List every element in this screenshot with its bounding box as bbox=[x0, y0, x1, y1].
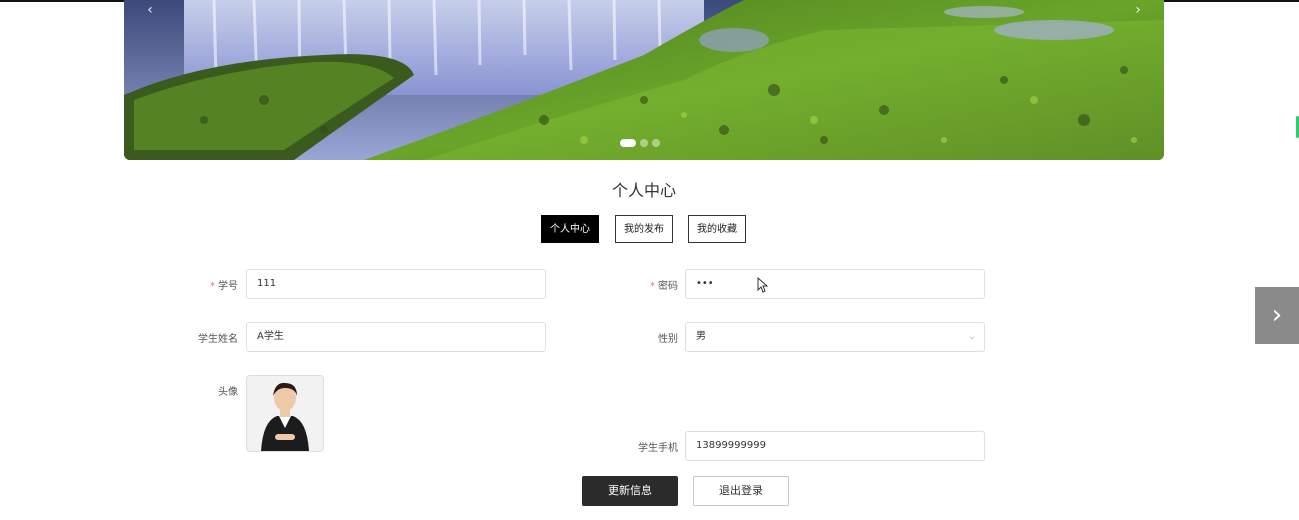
carousel-dot[interactable] bbox=[640, 139, 648, 147]
gender-select[interactable]: 男 ⌄ bbox=[685, 322, 985, 352]
chevron-down-icon: ⌄ bbox=[967, 331, 976, 342]
avatar-image bbox=[247, 376, 323, 451]
side-next-icon[interactable]: › bbox=[1255, 287, 1299, 344]
carousel-next-icon[interactable]: › bbox=[1126, 0, 1150, 20]
student-name-input[interactable]: A学生 bbox=[246, 322, 546, 352]
required-star: * bbox=[210, 281, 215, 292]
banner-carousel[interactable]: ‹ › bbox=[124, 0, 1164, 160]
avatar-label: 头像 bbox=[218, 387, 238, 398]
tab-personal-center[interactable]: 个人中心 bbox=[541, 215, 599, 243]
carousel-prev-icon[interactable]: ‹ bbox=[138, 0, 162, 20]
student-id-label-text: 学号 bbox=[218, 281, 238, 292]
avatar-upload[interactable] bbox=[246, 375, 324, 452]
student-id-label: * 学号 bbox=[158, 277, 238, 292]
phone-label: 学生手机 bbox=[638, 443, 678, 454]
carousel-indicators bbox=[620, 139, 660, 147]
tab-my-favorites[interactable]: 我的收藏 bbox=[688, 215, 746, 243]
carousel-dot[interactable] bbox=[652, 139, 660, 147]
gender-label: 性别 bbox=[658, 334, 678, 345]
page-title: 个人中心 bbox=[611, 181, 676, 200]
scrollbar[interactable] bbox=[1294, 80, 1299, 142]
student-id-input[interactable]: 111 bbox=[246, 269, 546, 299]
logout-button[interactable]: 退出登录 bbox=[693, 476, 789, 506]
password-label-text: 密码 bbox=[658, 281, 678, 292]
required-star: * bbox=[650, 281, 655, 292]
phone-input[interactable]: 13899999999 bbox=[685, 431, 985, 461]
banner-image bbox=[124, 0, 1164, 160]
student-name-label: 学生姓名 bbox=[198, 334, 238, 345]
tab-my-posts[interactable]: 我的发布 bbox=[615, 215, 673, 243]
password-input[interactable]: ••• bbox=[685, 269, 985, 299]
update-info-button[interactable]: 更新信息 bbox=[582, 476, 678, 506]
carousel-dot[interactable] bbox=[620, 139, 636, 147]
gender-select-value: 男 bbox=[696, 331, 706, 342]
mouse-cursor-icon bbox=[757, 277, 769, 293]
password-label: * 密码 bbox=[598, 277, 678, 292]
